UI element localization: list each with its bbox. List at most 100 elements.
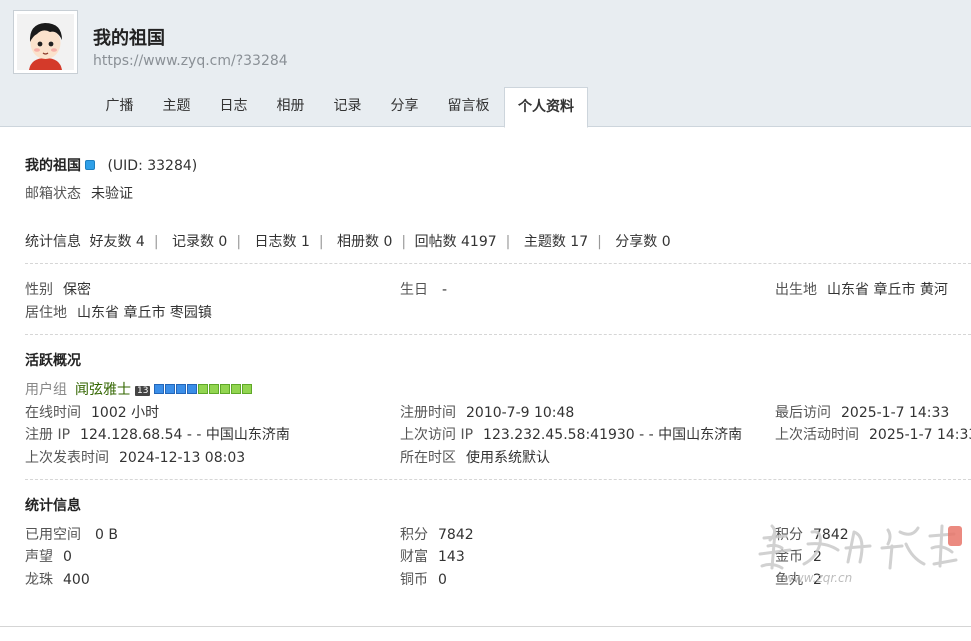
residence-value: 山东省 章丘市 枣园镇 (77, 305, 212, 321)
divider (25, 263, 971, 264)
last-active-label: 上次活动时间 (775, 427, 859, 443)
last-visit-value: 2025-1-7 14:33 (841, 405, 950, 421)
space-url[interactable]: https://www.zyq.cm/?33284 (93, 53, 288, 69)
points2-label: 积分 (775, 527, 803, 543)
cartoon-avatar-image (17, 14, 74, 70)
email-status-label: 邮箱状态 (25, 186, 81, 202)
profile-header: 我的祖国 https://www.zyq.cm/?33284 广播 主题 日志 … (0, 0, 971, 128)
points-row: 积分 7842 (400, 524, 474, 544)
profile-name: 我的祖国 (25, 158, 81, 174)
online-status-icon (85, 160, 95, 170)
space-used-value: 0 B (95, 527, 118, 543)
gender-row: 性别 保密 (25, 279, 91, 299)
profile-uid: (UID: 33284) (107, 158, 198, 174)
stats-line: 统计信息 好友数 4 | 记录数 0 | 日志数 1 | 相册数 0 | 回帖数 419… (25, 234, 671, 250)
email-status-row: 邮箱状态 未验证 (25, 183, 133, 203)
birthday-label: 生日 (400, 282, 428, 298)
fishball-row: 鱼丸 2 (775, 569, 822, 589)
points-label: 积分 (400, 527, 428, 543)
tab-doing[interactable]: 记录 (319, 87, 376, 127)
copper-value: 0 (438, 572, 447, 588)
timezone-label: 所在时区 (400, 450, 456, 466)
level-green-icon (231, 384, 242, 394)
last-post-row: 上次发表时间 2024-12-13 08:03 (25, 447, 245, 467)
online-time-label: 在线时间 (25, 405, 81, 421)
birthday-value: - (442, 282, 448, 298)
level-blue-icon (176, 384, 187, 394)
level-blue-icon (187, 384, 198, 394)
tab-threads[interactable]: 主题 (148, 87, 205, 127)
avatar[interactable] (13, 10, 78, 74)
doing-count-link[interactable]: 记录数 0 (172, 234, 227, 250)
wealth-value: 143 (438, 549, 465, 565)
prestige-label: 声望 (25, 549, 53, 565)
level-stars (153, 382, 253, 398)
prestige-row: 声望 0 (25, 546, 72, 566)
pearl-row: 龙珠 400 (25, 569, 90, 589)
birthplace-row: 出生地 山东省 章丘市 黄河 (775, 279, 948, 299)
tab-share[interactable]: 分享 (376, 87, 433, 127)
birthplace-value: 山东省 章丘市 黄河 (827, 282, 948, 298)
prestige-value: 0 (63, 549, 72, 565)
user-group-label: 用户组 (25, 382, 67, 398)
gender-value: 保密 (63, 282, 91, 298)
pearl-value: 400 (63, 572, 90, 588)
user-group-row: 用户组 闻弦雅士 13 (25, 379, 253, 399)
space-tabs: 广播 主题 日志 相册 记录 分享 留言板 个人资料 (91, 87, 588, 128)
tab-album[interactable]: 相册 (262, 87, 319, 127)
level-green-icon (220, 384, 231, 394)
profile-name-row: 我的祖国 (UID: 33284) (25, 155, 197, 175)
timezone-row: 所在时区 使用系统默认 (400, 447, 550, 467)
tab-blog[interactable]: 日志 (205, 87, 262, 127)
tab-broadcast[interactable]: 广播 (91, 87, 148, 127)
last-visit-label: 最后访问 (775, 405, 831, 421)
share-count-link[interactable]: 分享数 0 (615, 234, 670, 250)
reg-time-label: 注册时间 (400, 405, 456, 421)
copper-row: 铜币 0 (400, 569, 447, 589)
reg-time-row: 注册时间 2010-7-9 10:48 (400, 402, 574, 422)
divider (25, 334, 971, 335)
fishball-label: 鱼丸 (775, 572, 803, 588)
stats-line-label: 统计信息 (25, 234, 81, 250)
level-green-icon (242, 384, 253, 394)
thread-count-link[interactable]: 主题数 17 (524, 234, 588, 250)
gold-value: 2 (813, 549, 822, 565)
points-value: 7842 (438, 527, 474, 543)
last-post-value: 2024-12-13 08:03 (119, 450, 246, 466)
level-badge: 13 (135, 386, 151, 396)
gold-label: 金币 (775, 549, 803, 565)
last-active-value: 2025-1-7 14:33 (869, 427, 971, 443)
copper-label: 铜币 (400, 572, 428, 588)
online-time-row: 在线时间 1002 小时 (25, 402, 159, 422)
space-title[interactable]: 我的祖国 (93, 24, 165, 50)
points2-value: 7842 (813, 527, 849, 543)
level-blue-icon (154, 384, 165, 394)
reply-count-link[interactable]: 回帖数 4197 (415, 234, 497, 250)
activity-section-title: 活跃概况 (25, 353, 81, 369)
last-ip-label: 上次访问 IP (400, 427, 474, 443)
blog-count-link[interactable]: 日志数 1 (255, 234, 310, 250)
last-visit-row: 最后访问 2025-1-7 14:33 (775, 402, 949, 422)
last-post-label: 上次发表时间 (25, 450, 109, 466)
email-status-value: 未验证 (91, 186, 133, 202)
tab-profile[interactable]: 个人资料 (504, 87, 588, 128)
fishball-value: 2 (813, 572, 822, 588)
space-used-row: 已用空间 0 B (25, 524, 118, 544)
birthplace-label: 出生地 (775, 282, 817, 298)
gold-row: 金币 2 (775, 546, 822, 566)
tab-wall[interactable]: 留言板 (433, 87, 504, 127)
reg-time-value: 2010-7-9 10:48 (466, 405, 575, 421)
page-bottom-border (0, 626, 971, 627)
divider (25, 479, 971, 480)
reg-ip-label: 注册 IP (25, 427, 71, 443)
friends-count-link[interactable]: 好友数 4 (89, 234, 144, 250)
wealth-label: 财富 (400, 549, 428, 565)
pearl-label: 龙珠 (25, 572, 53, 588)
album-count-link[interactable]: 相册数 0 (337, 234, 392, 250)
reg-ip-row: 注册 IP 124.128.68.54 - - 中国山东济南 (25, 424, 290, 444)
level-blue-icon (165, 384, 176, 394)
last-ip-row: 上次访问 IP 123.232.45.58:41930 - - 中国山东济南 (400, 424, 742, 444)
space-used-label: 已用空间 (25, 527, 81, 543)
user-group-link[interactable]: 闻弦雅士 (75, 382, 131, 398)
timezone-value: 使用系统默认 (466, 450, 550, 466)
